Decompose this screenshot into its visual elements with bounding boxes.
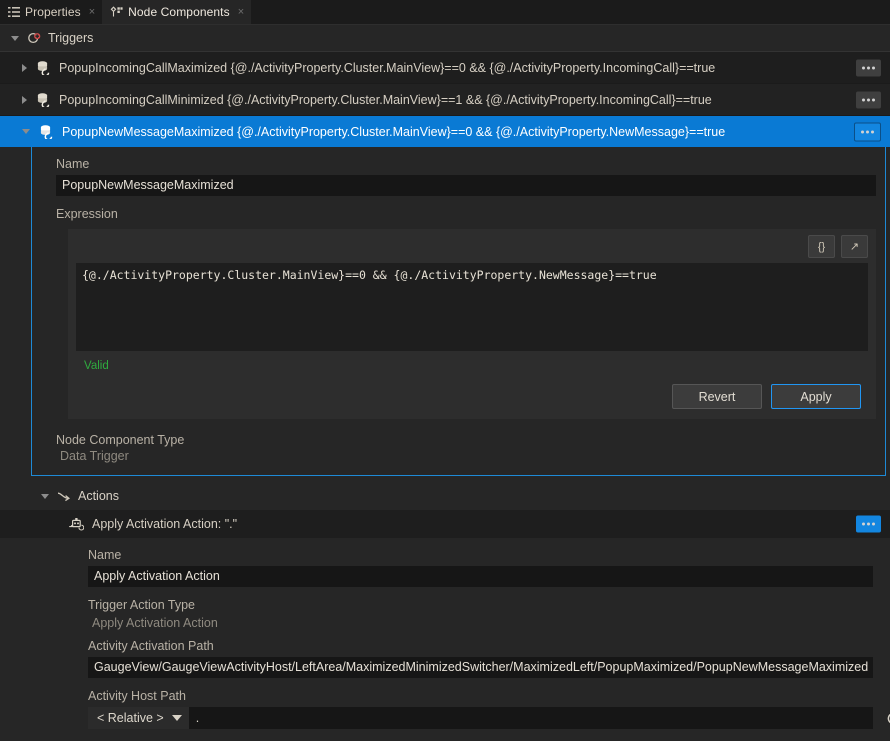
node-component-type-value: Data Trigger (60, 449, 129, 463)
activity-activation-path-input[interactable]: GaugeView/GaugeViewActivityHost/LeftArea… (88, 657, 873, 678)
reset-icon[interactable] (882, 707, 890, 729)
trigger-expand-caret-icon[interactable] (22, 129, 30, 134)
triggers-section-header[interactable]: Triggers (0, 25, 890, 52)
expression-status: Valid (84, 360, 109, 372)
trigger-icon (27, 31, 41, 45)
trigger-row-menu-button[interactable] (854, 122, 881, 141)
node-component-type-label: Node Component Type (56, 433, 185, 447)
trigger-detail-panel: Name PopupNewMessageMaximized Expression… (31, 147, 886, 476)
trigger-name-input[interactable]: PopupNewMessageMaximized (56, 175, 876, 196)
action-detail-body: Name Apply Activation Action Trigger Act… (0, 538, 890, 729)
activity-host-path-label: Activity Host Path (88, 689, 186, 703)
action-name-input[interactable]: Apply Activation Action (88, 566, 873, 587)
trigger-action-type-label: Trigger Action Type (88, 598, 196, 612)
trigger-row-label: PopupIncomingCallMinimized {@./ActivityP… (59, 92, 712, 107)
tab-node-components[interactable]: Node Components × (102, 0, 252, 24)
trigger-row-label: PopupIncomingCallMaximized {@./ActivityP… (59, 60, 716, 75)
tab-properties[interactable]: Properties × (0, 0, 102, 24)
trigger-expand-caret-icon[interactable] (22, 95, 27, 104)
triggers-section-title: Triggers (48, 31, 94, 45)
expression-label: Expression (56, 207, 118, 221)
data-trigger-icon (36, 60, 51, 77)
tab-bar: Properties × Node Components × (0, 0, 890, 25)
action-item-label: Apply Activation Action: "." (92, 517, 238, 531)
action-item-menu-button[interactable] (856, 515, 881, 533)
actions-arrow-icon (57, 490, 71, 503)
actions-expand-caret-icon[interactable] (41, 493, 49, 499)
tab-properties-label: Properties (25, 5, 81, 19)
trigger-row-selected[interactable]: PopupNewMessageMaximized {@./ActivityPro… (0, 116, 890, 147)
tab-node-components-close-icon[interactable]: × (238, 6, 244, 18)
activity-host-path-row: < Relative > . (88, 707, 890, 729)
node-components-icon (110, 6, 123, 18)
node-components-panel: Properties × Node Components × Triggers … (0, 0, 890, 741)
activity-activation-path-label: Activity Activation Path (88, 639, 214, 653)
open-expression-editor-button[interactable]: ↗ (841, 235, 868, 258)
trigger-row[interactable]: PopupIncomingCallMinimized {@./ActivityP… (0, 84, 890, 116)
trigger-name-label: Name (56, 157, 90, 171)
actions-section-header[interactable]: Actions (0, 482, 890, 510)
triggers-expand-caret-icon[interactable] (11, 35, 19, 41)
activation-action-icon (68, 517, 85, 532)
expression-editor: {} ↗ {@./ActivityProperty.Cluster.MainVi… (68, 229, 876, 419)
activity-host-path-mode-label: < Relative > (97, 711, 164, 725)
tab-node-components-label: Node Components (128, 5, 230, 19)
data-trigger-icon (39, 124, 54, 141)
apply-button[interactable]: Apply (771, 384, 861, 409)
expression-button-row: Revert Apply (76, 372, 868, 411)
trigger-row-menu-button[interactable] (856, 91, 881, 108)
activity-host-path-mode-dropdown[interactable]: < Relative > (88, 707, 189, 729)
chevron-down-icon (171, 715, 182, 721)
revert-button[interactable]: Revert (672, 384, 762, 409)
data-trigger-icon (36, 92, 51, 109)
trigger-row-menu-button[interactable] (856, 59, 881, 76)
expression-textarea[interactable]: {@./ActivityProperty.Cluster.MainView}==… (76, 263, 868, 351)
expression-toolbar: {} ↗ (76, 235, 868, 258)
tab-properties-close-icon[interactable]: × (89, 6, 95, 18)
insert-binding-button[interactable]: {} (808, 235, 835, 258)
action-name-label: Name (88, 548, 122, 562)
list-icon (8, 6, 20, 18)
actions-section-title: Actions (78, 489, 119, 503)
trigger-row-label: PopupNewMessageMaximized {@./ActivityPro… (62, 124, 726, 139)
trigger-expand-caret-icon[interactable] (22, 63, 27, 72)
action-item-row[interactable]: Apply Activation Action: "." (0, 510, 890, 538)
trigger-row[interactable]: PopupIncomingCallMaximized {@./ActivityP… (0, 52, 890, 84)
trigger-action-type-value: Apply Activation Action (92, 616, 218, 630)
activity-host-path-value[interactable]: . (189, 711, 199, 725)
